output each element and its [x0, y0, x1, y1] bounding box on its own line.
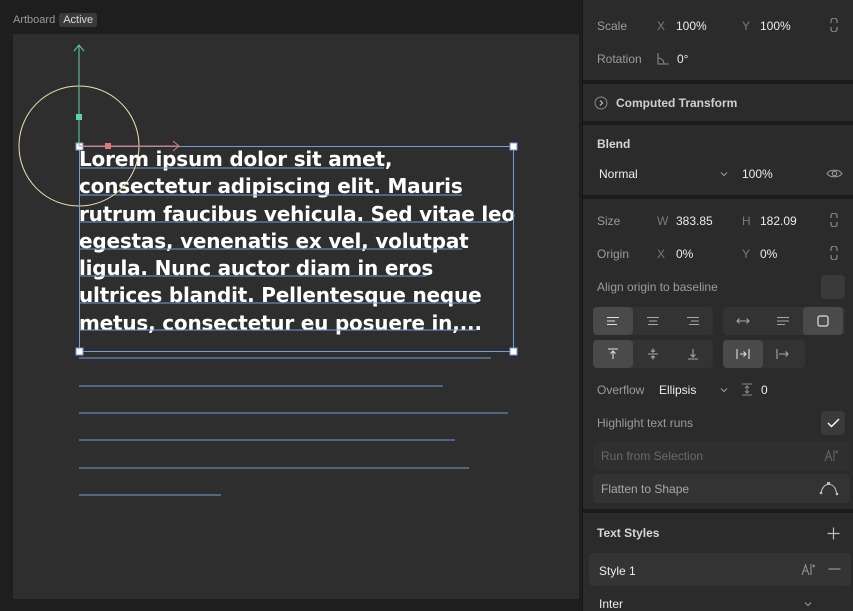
align-left-button[interactable] [593, 307, 633, 335]
link-scale-icon[interactable] [828, 17, 840, 33]
width-input[interactable]: 383.85 [676, 214, 713, 228]
rotation-label: Rotation [597, 52, 642, 66]
fixed-size-button[interactable] [803, 307, 843, 335]
align-top-icon [608, 348, 618, 359]
wrap-button[interactable] [723, 340, 763, 368]
transform-section: Scale X 100% Y 100% Rotation 0° [583, 0, 853, 80]
origin-x-axis: X [657, 247, 666, 261]
computed-transform-label: Computed Transform [616, 96, 738, 110]
artboard-label: Artboard Active [13, 13, 98, 27]
vertical-align-group [593, 340, 713, 368]
align-bottom-button[interactable] [673, 340, 713, 368]
angle-icon [656, 51, 670, 65]
add-style-icon[interactable] [825, 525, 841, 541]
align-bottom-icon [688, 349, 698, 360]
canvas-area[interactable]: Artboard Active Lorem ipsum dolor sit am… [0, 0, 582, 611]
flatten-to-shape-button[interactable]: Flatten to Shape [593, 474, 850, 503]
size-label: Size [597, 214, 621, 228]
artboard-name: Artboard [13, 14, 56, 26]
auto-height-icon [777, 316, 789, 326]
checkmark-icon [827, 418, 839, 428]
opacity-input[interactable]: 100% [742, 167, 773, 181]
rotation-input[interactable]: 0° [677, 52, 688, 66]
chevron-right-icon[interactable] [593, 95, 609, 111]
eye-icon[interactable] [825, 166, 843, 180]
scale-x-input[interactable]: 100% [676, 19, 707, 33]
sizing-mode-group [723, 307, 845, 335]
wrap-icon [736, 349, 750, 359]
paragraph-spacing-input[interactable]: 0 [761, 383, 768, 397]
chevron-down-icon[interactable] [719, 385, 729, 395]
flatten-to-shape-label: Flatten to Shape [601, 482, 690, 496]
auto-width-icon [736, 318, 750, 324]
text-layout-section: Size W 383.85 H 182.09 Origin X 0% Y 0% … [583, 199, 853, 509]
inspector-panel: Scale X 100% Y 100% Rotation 0° Computed… [582, 0, 853, 611]
align-center-icon [647, 316, 659, 326]
remove-style-icon[interactable] [826, 562, 842, 576]
style-name[interactable]: Style 1 [599, 564, 636, 578]
origin-y-input[interactable]: 0% [760, 247, 777, 261]
bezier-path-icon [818, 479, 840, 497]
chevron-down-icon[interactable] [803, 599, 813, 609]
no-wrap-button[interactable] [763, 340, 803, 368]
size-h-axis: H [742, 214, 751, 228]
text-line: consectetur adipiscing elit. Mauris [79, 174, 463, 199]
text-run-icon[interactable] [800, 562, 816, 576]
text-styles-title: Text Styles [597, 526, 660, 540]
align-middle-button[interactable] [633, 340, 673, 368]
origin-y-axis: Y [742, 247, 751, 261]
origin-label: Origin [597, 247, 630, 261]
scale-y-axis: Y [742, 19, 751, 33]
text-styles-section: Text Styles Style 1 Inter [583, 513, 853, 611]
height-input[interactable]: 182.09 [760, 214, 797, 228]
artboard-active-badge: Active [59, 13, 98, 27]
auto-height-button[interactable] [763, 307, 803, 335]
align-center-button[interactable] [633, 307, 673, 335]
text-line: ligula. Nunc auctor diam in eros [79, 256, 434, 281]
text-object[interactable]: Lorem ipsum dolor sit amet, consectetur … [79, 146, 519, 337]
blend-mode-select[interactable]: Normal [599, 167, 638, 181]
run-from-selection-button[interactable]: Run from Selection [593, 441, 850, 470]
align-middle-icon [648, 348, 658, 360]
computed-transform-row[interactable]: Computed Transform [583, 84, 853, 121]
align-top-button[interactable] [593, 340, 633, 368]
text-line: Lorem ipsum dolor sit amet, [79, 147, 393, 171]
align-right-icon [687, 316, 699, 326]
text-line: ultrices blandit. Pellentesque neque [79, 283, 482, 308]
auto-width-button[interactable] [723, 307, 763, 335]
text-line: rutrum faucibus vehicula. Sed vitae leo [79, 201, 515, 226]
align-left-icon [607, 316, 619, 326]
fixed-size-icon [817, 315, 829, 327]
paragraph-spacing-icon [740, 382, 754, 396]
text-style-item[interactable]: Style 1 [589, 553, 851, 586]
text-run-icon [823, 448, 839, 462]
horizontal-align-group [593, 307, 713, 335]
blend-section: Blend Normal 100% [583, 125, 853, 195]
size-w-axis: W [657, 214, 669, 228]
align-origin-label: Align origin to baseline [597, 280, 718, 294]
overflow-label: Overflow [597, 383, 645, 397]
link-size-icon[interactable] [828, 212, 840, 228]
link-origin-icon[interactable] [828, 245, 840, 261]
text-line: metus, consectetur eu posuere in,... [79, 310, 482, 335]
origin-x-input[interactable]: 0% [676, 247, 693, 261]
run-from-selection-label: Run from Selection [601, 449, 704, 463]
text-line: egestas, venenatis ex vel, volutpat [79, 228, 469, 253]
align-origin-checkbox[interactable] [821, 275, 845, 299]
font-family-select[interactable]: Inter [599, 597, 623, 611]
align-right-button[interactable] [673, 307, 713, 335]
highlight-text-runs-checkbox[interactable] [821, 411, 845, 435]
scale-label: Scale [597, 19, 628, 33]
scale-y-input[interactable]: 100% [760, 19, 791, 33]
chevron-down-icon[interactable] [719, 169, 729, 179]
highlight-text-runs-label: Highlight text runs [597, 416, 694, 430]
overflow-select[interactable]: Ellipsis [659, 383, 696, 397]
blend-title: Blend [597, 137, 631, 151]
scale-x-axis: X [657, 19, 666, 33]
no-wrap-icon [776, 349, 789, 359]
wrap-mode-group [723, 340, 805, 368]
